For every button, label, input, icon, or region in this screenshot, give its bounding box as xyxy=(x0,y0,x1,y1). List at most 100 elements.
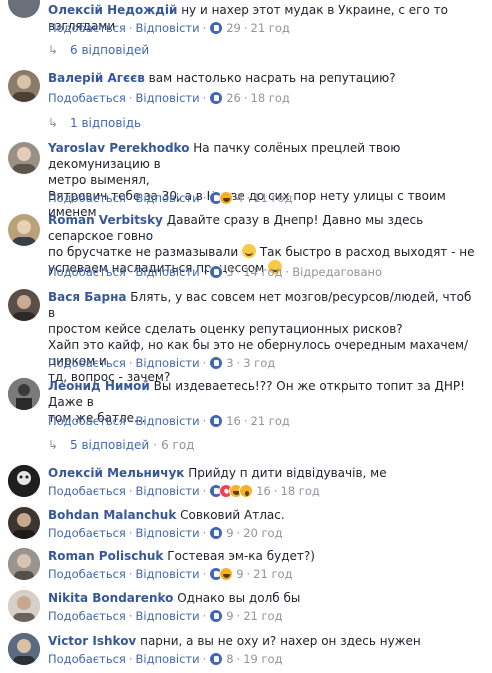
reply-link[interactable]: Відповісти xyxy=(136,652,200,666)
comment-text: Гостевая эм-ка будет?) xyxy=(167,549,315,563)
replies-time[interactable]: 6 год xyxy=(161,438,194,452)
timestamp[interactable]: 21 год xyxy=(251,21,290,35)
avatar[interactable] xyxy=(8,633,40,665)
timestamp[interactable]: 3 год xyxy=(243,356,275,370)
wow-reaction-icon xyxy=(239,484,254,498)
timestamp[interactable]: 18 год xyxy=(281,484,320,498)
edited-label[interactable]: Відредаговано xyxy=(292,265,382,279)
comment-actions: Подобається · Відповісти · 8 · 19 год xyxy=(48,652,283,666)
commenter-name[interactable]: Nikita Bondarenko xyxy=(48,591,173,605)
reactions[interactable] xyxy=(209,21,224,35)
commenter-name[interactable]: Олексій Мельничук xyxy=(48,466,184,480)
like-link[interactable]: Подобається xyxy=(48,356,126,370)
view-replies[interactable]: ↳ 1 відповідь xyxy=(48,115,141,131)
like-reaction-icon xyxy=(209,91,224,105)
reaction-count: 29 xyxy=(226,21,241,35)
avatar[interactable] xyxy=(8,548,40,580)
reactions[interactable] xyxy=(209,265,224,279)
like-link[interactable]: Подобається xyxy=(48,652,126,666)
reactions[interactable] xyxy=(209,414,224,428)
comment-text: Прийду п дити відвідувачів, ме xyxy=(188,466,387,480)
replies-count[interactable]: 5 відповідей xyxy=(70,438,149,452)
reactions[interactable] xyxy=(209,191,234,205)
reactions[interactable] xyxy=(209,526,224,540)
reaction-count: 9 xyxy=(226,526,234,540)
avatar-image-icon xyxy=(12,75,36,102)
avatar-image-icon xyxy=(12,513,36,539)
like-link[interactable]: Подобається xyxy=(48,414,126,428)
reply-link[interactable]: Відповісти xyxy=(136,567,200,581)
timestamp[interactable]: 14 год xyxy=(243,265,282,279)
reactions[interactable] xyxy=(209,652,224,666)
reply-link[interactable]: Відповісти xyxy=(136,91,200,105)
like-link[interactable]: Подобається xyxy=(48,91,126,105)
reaction-count: 3 xyxy=(226,356,234,370)
reply-link[interactable]: Відповісти xyxy=(136,191,200,205)
view-replies[interactable]: ↳ 5 відповідей · 6 год xyxy=(48,437,194,453)
avatar[interactable] xyxy=(8,0,40,18)
reply-link[interactable]: Відповісти xyxy=(136,526,200,540)
avatar[interactable] xyxy=(8,590,40,622)
timestamp[interactable]: 18 год xyxy=(251,91,290,105)
reactions[interactable] xyxy=(209,567,234,581)
timestamp[interactable]: 20 год xyxy=(243,526,282,540)
reply-link[interactable]: Відповісти xyxy=(136,414,200,428)
timestamp[interactable]: 19 год xyxy=(243,652,282,666)
replies-count[interactable]: 6 відповідей xyxy=(70,43,149,57)
timestamp[interactable]: 21 год xyxy=(253,567,292,581)
like-reaction-icon xyxy=(209,652,224,666)
avatar-image-icon xyxy=(12,295,36,321)
like-link[interactable]: Подобається xyxy=(48,484,126,498)
commenter-name[interactable]: Валерій Агєєв xyxy=(48,71,145,85)
commenter-name[interactable]: Victor Ishkov xyxy=(48,634,136,648)
timestamp[interactable]: 21 год xyxy=(243,609,282,623)
reply-arrow-icon: ↳ xyxy=(48,438,59,452)
commenter-name[interactable]: Олексій Недождій xyxy=(48,3,177,17)
avatar[interactable] xyxy=(8,70,40,102)
avatar[interactable] xyxy=(8,465,40,497)
reply-link[interactable]: Відповісти xyxy=(136,609,200,623)
reactions[interactable] xyxy=(209,609,224,623)
reaction-count: 8 xyxy=(226,652,234,666)
reply-link[interactable]: Відповісти xyxy=(136,21,200,35)
reactions[interactable] xyxy=(209,91,224,105)
comment-actions: Подобається · Відповісти · 3 · 14 год · Відредаг… xyxy=(48,265,383,279)
haha-reaction-icon xyxy=(219,567,234,581)
reaction-count: 26 xyxy=(226,91,241,105)
reply-link[interactable]: Відповісти xyxy=(136,356,200,370)
avatar[interactable] xyxy=(8,378,40,410)
commenter-name[interactable]: Yaroslav Perekhodko xyxy=(48,141,189,155)
like-link[interactable]: Подобається xyxy=(48,609,126,623)
like-link[interactable]: Подобається xyxy=(48,526,126,540)
avatar-image-icon xyxy=(8,465,40,497)
reactions[interactable] xyxy=(209,356,224,370)
commenter-name[interactable]: Bohdan Malanchuk xyxy=(48,508,176,522)
like-link[interactable]: Подобається xyxy=(48,191,126,205)
timestamp[interactable]: 11 год xyxy=(253,191,292,205)
reactions[interactable] xyxy=(209,484,254,498)
avatar[interactable] xyxy=(8,289,40,321)
replies-count[interactable]: 1 відповідь xyxy=(70,116,141,130)
commenter-name[interactable]: Roman Polischuk xyxy=(48,549,163,563)
like-reaction-icon xyxy=(209,356,224,370)
view-replies[interactable]: ↳ 6 відповідей xyxy=(48,42,149,58)
comment-actions: Подобається · Відповісти · 16 · 21 год xyxy=(48,414,290,428)
comment-text-line: Так быстро в расход выходят - не xyxy=(259,245,475,259)
avatar[interactable] xyxy=(8,142,40,174)
like-link[interactable]: Подобається xyxy=(48,567,126,581)
reaction-count: 16 xyxy=(256,484,271,498)
commenter-name[interactable]: Вася Барна xyxy=(48,290,126,304)
comment-text: вам настолько насрать на репутацию? xyxy=(148,71,396,85)
commenter-name[interactable]: Roman Verbitsky xyxy=(48,213,163,227)
like-reaction-icon xyxy=(209,414,224,428)
avatar[interactable] xyxy=(8,214,40,246)
like-link[interactable]: Подобається xyxy=(48,21,126,35)
comment-actions: Подобається · Відповісти · 4 · 11 год xyxy=(48,191,293,205)
reply-link[interactable]: Відповісти xyxy=(136,265,200,279)
timestamp[interactable]: 21 год xyxy=(251,414,290,428)
reply-link[interactable]: Відповісти xyxy=(136,484,200,498)
commenter-name[interactable]: Леонид Нимой xyxy=(48,379,150,393)
like-link[interactable]: Подобається xyxy=(48,265,126,279)
avatar[interactable] xyxy=(8,507,40,539)
reaction-count: 16 xyxy=(226,414,241,428)
